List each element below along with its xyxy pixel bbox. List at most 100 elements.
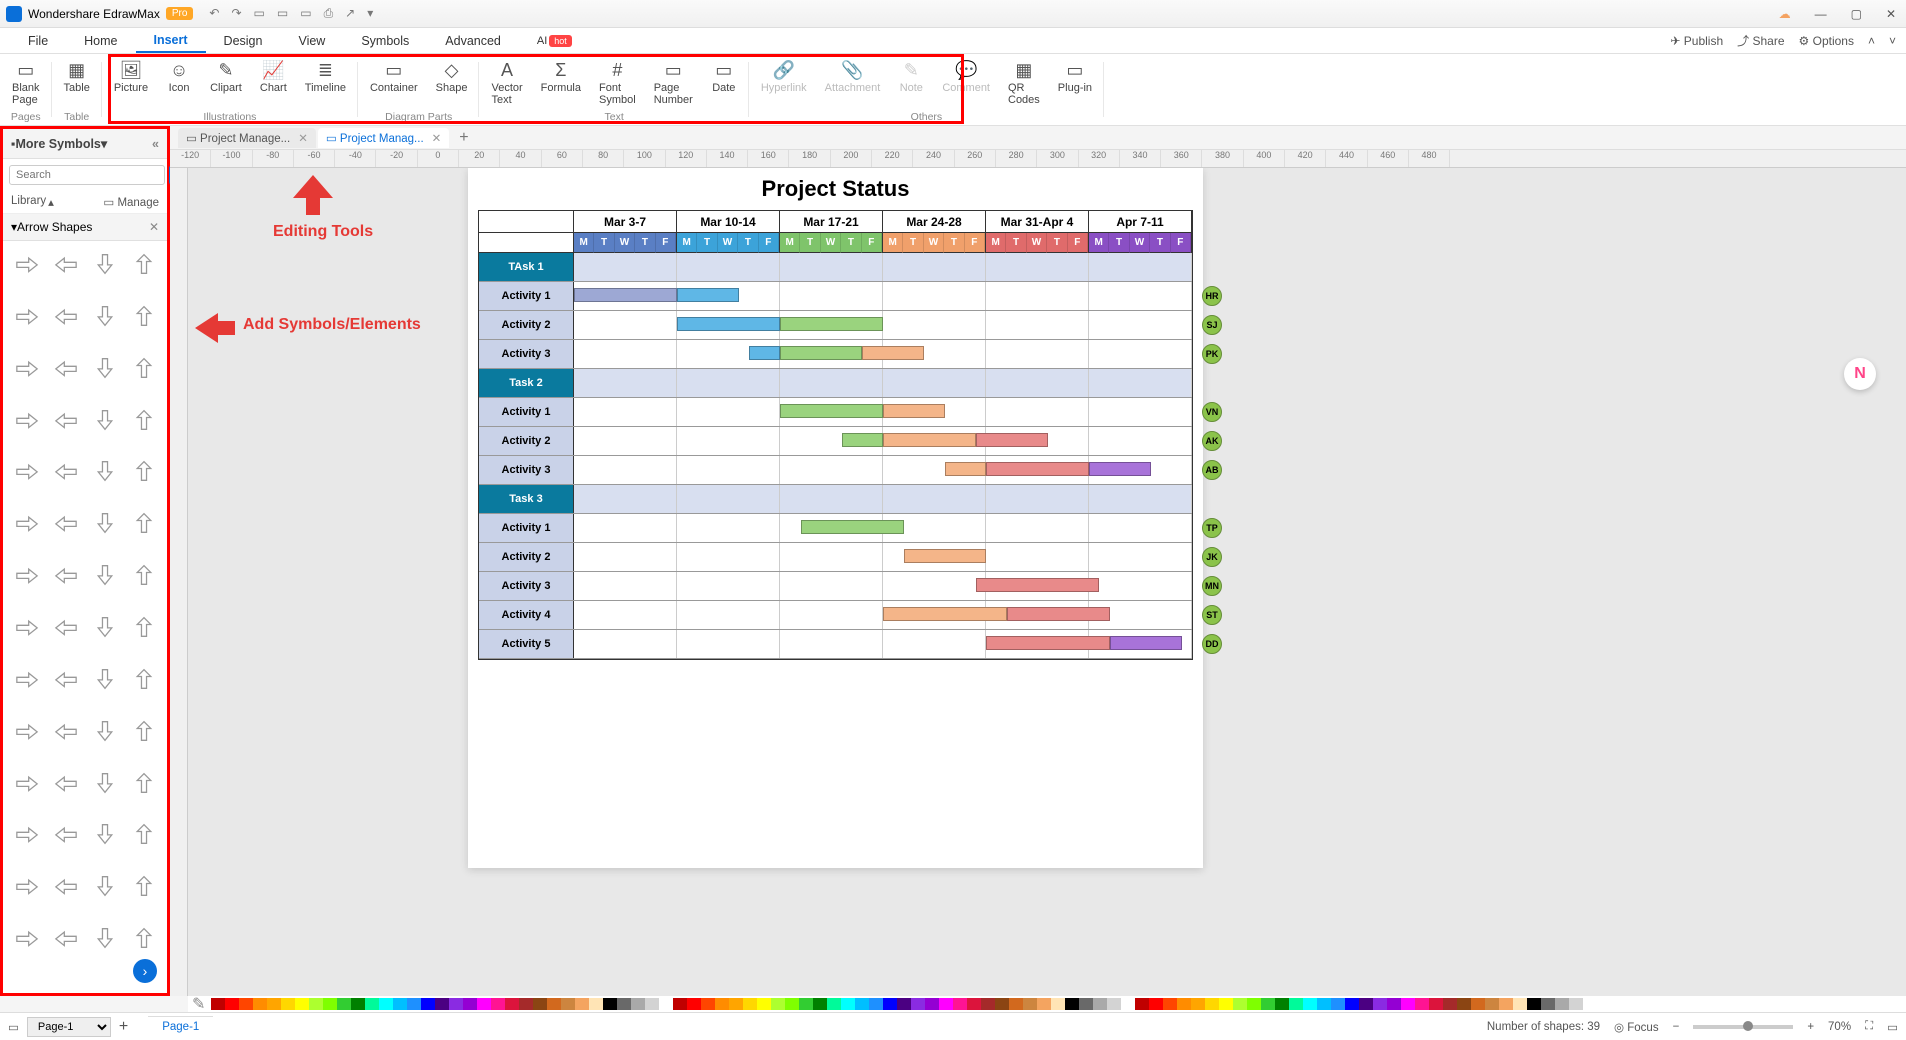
arrow-shape-21[interactable] xyxy=(46,504,85,542)
menu-file[interactable]: File xyxy=(10,30,66,52)
gantt-row[interactable]: Activity 1TP xyxy=(479,514,1192,543)
chevron-down-icon[interactable]: ˅ xyxy=(1889,34,1896,48)
color-swatch[interactable] xyxy=(813,998,827,1010)
gantt-bar[interactable] xyxy=(574,288,677,302)
color-swatch[interactable] xyxy=(687,998,701,1010)
color-swatch[interactable] xyxy=(1205,998,1219,1010)
color-swatch[interactable] xyxy=(1261,998,1275,1010)
gantt-bar[interactable] xyxy=(976,578,1100,592)
arrow-shape-22[interactable] xyxy=(85,504,124,542)
arrow-shape-29[interactable] xyxy=(46,608,85,646)
gantt-bar[interactable] xyxy=(976,433,1048,447)
arrow-shape-25[interactable] xyxy=(46,556,85,594)
color-swatch[interactable] xyxy=(1387,998,1401,1010)
color-swatch[interactable] xyxy=(911,998,925,1010)
color-swatch[interactable] xyxy=(743,998,757,1010)
color-swatch[interactable] xyxy=(1541,998,1555,1010)
color-swatch[interactable] xyxy=(603,998,617,1010)
arrow-shape-16[interactable] xyxy=(7,452,46,490)
menu-design[interactable]: Design xyxy=(206,30,281,52)
color-swatch[interactable] xyxy=(1317,998,1331,1010)
arrow-shape-40[interactable] xyxy=(7,764,46,802)
arrow-shape-23[interactable] xyxy=(124,504,163,542)
arrow-shape-18[interactable] xyxy=(85,452,124,490)
maximize-button[interactable]: ▢ xyxy=(1847,7,1866,21)
assignee-avatar[interactable]: MN xyxy=(1202,576,1222,596)
gantt-bar[interactable] xyxy=(1089,462,1151,476)
arrow-shape-53[interactable] xyxy=(46,919,85,957)
arrow-shape-41[interactable] xyxy=(46,764,85,802)
arrow-shape-39[interactable] xyxy=(124,712,163,750)
gantt-row[interactable]: Activity 4ST xyxy=(479,601,1192,630)
options-button[interactable]: ⚙ Options xyxy=(1799,34,1854,48)
menu-advanced[interactable]: Advanced xyxy=(427,30,519,52)
arrow-shape-6[interactable] xyxy=(85,297,124,335)
page-select[interactable]: Page-1 xyxy=(27,1017,111,1037)
assignee-avatar[interactable]: AB xyxy=(1202,460,1222,480)
ribbon-chart[interactable]: 📈Chart xyxy=(252,56,295,96)
arrow-shape-26[interactable] xyxy=(85,556,124,594)
color-swatch[interactable] xyxy=(827,998,841,1010)
color-swatch[interactable] xyxy=(323,998,337,1010)
menu-home[interactable]: Home xyxy=(66,30,135,52)
doc-tab[interactable]: ▭ Project Manage...✕ xyxy=(178,128,316,148)
arrow-shape-37[interactable] xyxy=(46,712,85,750)
menu-view[interactable]: View xyxy=(280,30,343,52)
arrow-shape-34[interactable] xyxy=(85,660,124,698)
gantt-chart[interactable]: Mar 3-7Mar 10-14Mar 17-21Mar 24-28Mar 31… xyxy=(478,210,1193,660)
eyedropper-icon[interactable]: ✎ xyxy=(192,994,205,1014)
arrow-shape-33[interactable] xyxy=(46,660,85,698)
color-swatch[interactable] xyxy=(1373,998,1387,1010)
color-swatch[interactable] xyxy=(407,998,421,1010)
gantt-row[interactable]: Activity 2AK xyxy=(479,427,1192,456)
assignee-avatar[interactable]: SJ xyxy=(1202,315,1222,335)
new-icon[interactable]: ▭ xyxy=(254,6,265,21)
undo-icon[interactable]: ↶ xyxy=(209,6,219,21)
close-category-icon[interactable]: ✕ xyxy=(149,220,159,234)
ribbon-vector-text[interactable]: AVectorText xyxy=(483,56,530,108)
close-button[interactable]: ✕ xyxy=(1882,7,1900,21)
assignee-avatar[interactable]: VN xyxy=(1202,402,1222,422)
color-swatch[interactable] xyxy=(589,998,603,1010)
close-tab-icon[interactable]: ✕ xyxy=(298,131,308,145)
ribbon-clipart[interactable]: ✎Clipart xyxy=(202,56,250,96)
color-swatch[interactable] xyxy=(701,998,715,1010)
assignee-avatar[interactable]: PK xyxy=(1202,344,1222,364)
color-swatch[interactable] xyxy=(393,998,407,1010)
close-tab-icon[interactable]: ✕ xyxy=(432,131,442,145)
ribbon-timeline[interactable]: ≣Timeline xyxy=(297,56,354,96)
gantt-bar[interactable] xyxy=(986,636,1110,650)
arrow-shape-14[interactable] xyxy=(85,401,124,439)
color-swatch[interactable] xyxy=(883,998,897,1010)
color-swatch[interactable] xyxy=(841,998,855,1010)
color-swatch[interactable] xyxy=(1485,998,1499,1010)
gantt-row[interactable]: Activity 1HR xyxy=(479,282,1192,311)
arrow-shape-46[interactable] xyxy=(85,815,124,853)
color-swatch[interactable] xyxy=(337,998,351,1010)
color-swatch[interactable] xyxy=(1555,998,1569,1010)
color-swatch[interactable] xyxy=(939,998,953,1010)
arrow-shape-45[interactable] xyxy=(46,815,85,853)
canvas[interactable]: Editing Tools Add Symbols/Elements Proje… xyxy=(188,168,1906,996)
color-swatch[interactable] xyxy=(1219,998,1233,1010)
color-swatch[interactable] xyxy=(1107,998,1121,1010)
doc-tab[interactable]: ▭ Project Manag...✕ xyxy=(318,128,449,148)
gantt-row[interactable]: Task 2 xyxy=(479,369,1192,398)
arrow-shape-36[interactable] xyxy=(7,712,46,750)
color-swatch[interactable] xyxy=(1065,998,1079,1010)
gantt-bar[interactable] xyxy=(801,520,904,534)
gantt-row[interactable]: Task 3 xyxy=(479,485,1192,514)
category-label[interactable]: Arrow Shapes xyxy=(17,220,92,234)
color-swatch[interactable] xyxy=(1149,998,1163,1010)
focus-button[interactable]: ◎ Focus xyxy=(1614,1020,1659,1034)
gantt-bar[interactable] xyxy=(986,462,1089,476)
gantt-bar[interactable] xyxy=(1007,607,1110,621)
zoom-out-button[interactable]: − xyxy=(1673,1021,1680,1033)
pages-icon[interactable]: ▭ xyxy=(8,1020,19,1034)
ribbon-icon[interactable]: ☺Icon xyxy=(158,56,200,96)
arrow-shape-17[interactable] xyxy=(46,452,85,490)
assignee-avatar[interactable]: AK xyxy=(1202,431,1222,451)
color-swatch[interactable] xyxy=(1303,998,1317,1010)
color-swatch[interactable] xyxy=(351,998,365,1010)
arrow-shape-38[interactable] xyxy=(85,712,124,750)
